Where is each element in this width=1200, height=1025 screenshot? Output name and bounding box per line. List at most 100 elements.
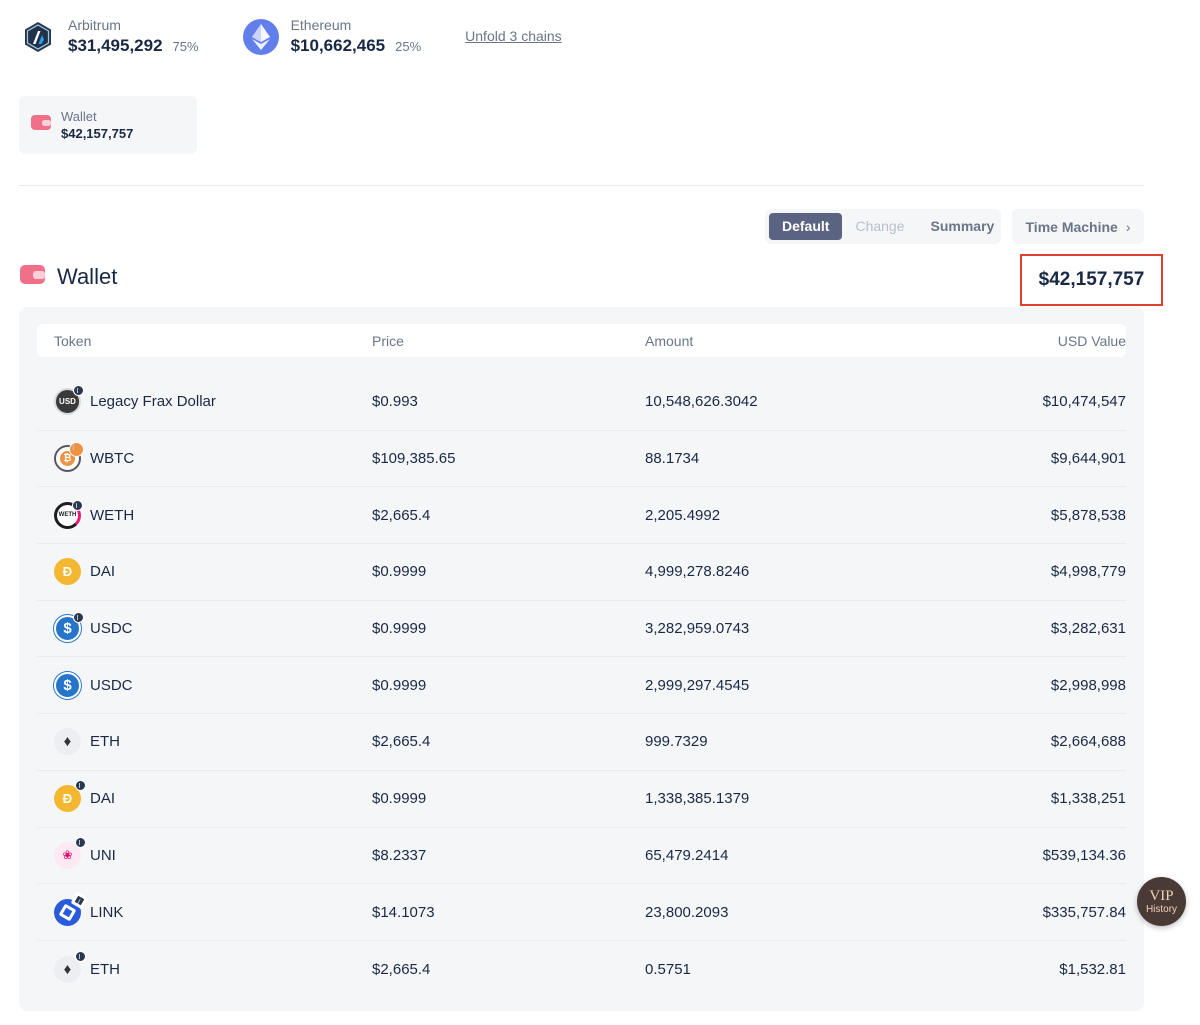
table-row[interactable]: ₿ WBTC $109,385.65 88.1734 $9,644,901 xyxy=(37,431,1126,488)
token-cell: USD Legacy Frax Dollar xyxy=(54,385,372,416)
token-name: USDC xyxy=(90,620,133,638)
time-machine-button[interactable]: Time Machine › xyxy=(1012,209,1144,244)
chain-arbitrum[interactable]: Arbitrum $31,495,292 75% xyxy=(20,16,199,58)
table-row[interactable]: ♦ ETH $2,665.4 999.7329 $2,664,688 xyxy=(37,714,1126,771)
token-usd-value: $3,282,631 xyxy=(1050,620,1126,638)
arbitrum-badge-icon xyxy=(72,499,83,511)
token-usd-value: $1,532.81 xyxy=(1059,960,1126,978)
token-price: $0.993 xyxy=(372,393,418,411)
token-usd-value: $2,998,998 xyxy=(1050,676,1126,694)
vip-subtitle: History xyxy=(1145,903,1178,915)
token-name: DAI xyxy=(90,563,116,581)
token-name: WETH xyxy=(90,506,135,524)
table-row[interactable]: Đ DAI $0.9999 1,338,385.1379 $1,338,251 xyxy=(37,771,1126,828)
token-price: $2,665.4 xyxy=(372,733,431,751)
divider xyxy=(19,185,1144,186)
frax-usd-icon: USD xyxy=(54,385,84,416)
token-amount: 999.7329 xyxy=(645,733,708,751)
token-name: UNI xyxy=(90,846,116,864)
token-name: DAI xyxy=(90,790,116,808)
wbtc-icon: ₿ xyxy=(54,442,84,473)
token-cell: ❀ UNI xyxy=(54,836,372,869)
view-summary-button[interactable]: Summary xyxy=(918,213,1008,240)
table-row[interactable]: ♦ ETH $2,665.4 0.5751 $1,532.81 xyxy=(37,941,1126,998)
token-amount: 4,999,278.8246 xyxy=(645,563,750,581)
token-cell: $ USDC xyxy=(54,671,372,699)
usdc-icon: $ xyxy=(54,671,81,699)
arbitrum-badge-icon xyxy=(69,442,84,458)
column-header-price: Price xyxy=(372,332,404,349)
arbitrum-badge-icon xyxy=(75,950,86,962)
token-cell: $ USDC xyxy=(54,612,372,643)
token-price: $0.9999 xyxy=(372,676,427,694)
token-name: LINK xyxy=(90,903,124,921)
token-usd-value: $4,998,779 xyxy=(1050,563,1126,581)
section-total-highlight: $42,157,757 xyxy=(1020,254,1163,306)
token-amount: 88.1734 xyxy=(645,450,700,468)
token-usd-value: $2,664,688 xyxy=(1050,733,1126,751)
arbitrum-badge-icon xyxy=(73,385,84,397)
chainlink-icon xyxy=(54,891,89,926)
token-name: ETH xyxy=(90,733,120,751)
table-row[interactable]: Đ DAI $0.9999 4,999,278.8246 $4,998,779 xyxy=(37,544,1126,601)
table-row[interactable]: $ USDC $0.9999 3,282,959.0743 $3,282,631 xyxy=(37,601,1126,658)
token-price: $8.2337 xyxy=(372,846,427,864)
token-usd-value: $9,644,901 xyxy=(1050,450,1126,468)
unfold-chains-link[interactable]: Unfold 3 chains xyxy=(465,28,562,44)
token-price: $2,665.4 xyxy=(372,960,431,978)
section-header: Wallet xyxy=(20,264,117,290)
dai-icon: Đ xyxy=(54,780,86,813)
eth-icon: ♦ xyxy=(54,950,86,983)
time-machine-label: Time Machine xyxy=(1025,218,1118,235)
token-amount: 1,338,385.1379 xyxy=(645,790,750,808)
chain-summary: Arbitrum $31,495,292 75% Ethereum $10,66… xyxy=(20,16,562,58)
chain-info: Arbitrum $31,495,292 75% xyxy=(68,16,199,58)
token-cell: LINK xyxy=(54,891,372,926)
chain-percent: 75% xyxy=(172,39,199,54)
token-amount: 23,800.2093 xyxy=(645,903,729,921)
table-header: Token Price Amount USD Value xyxy=(37,324,1126,357)
usdc-icon: $ xyxy=(54,612,84,643)
arbitrum-badge-icon xyxy=(73,612,84,624)
chain-info: Ethereum $10,662,465 25% xyxy=(291,16,422,58)
table-row[interactable]: WETH WETH $2,665.4 2,205.4992 $5,878,538 xyxy=(37,487,1126,545)
weth-icon: WETH xyxy=(54,499,83,529)
table-row[interactable]: LINK $14.1073 23,800.2093 $335,757.84 xyxy=(37,884,1126,941)
view-change-button[interactable]: Change xyxy=(842,213,917,240)
token-name: ETH xyxy=(90,960,120,978)
wallet-icon xyxy=(31,114,51,136)
arbitrum-icon xyxy=(20,19,56,55)
vip-title: VIP xyxy=(1149,887,1174,904)
chain-value: $10,662,465 xyxy=(290,36,386,55)
wallet-card-value: $42,157,757 xyxy=(61,125,134,141)
section-total: $42,157,757 xyxy=(1038,269,1145,290)
token-name: WBTC xyxy=(90,450,135,468)
chain-ethereum[interactable]: Ethereum $10,662,465 25% xyxy=(242,16,422,58)
token-cell: Đ DAI xyxy=(54,558,372,586)
table-row[interactable]: $ USDC $0.9999 2,999,297.4545 $2,998,998 xyxy=(37,657,1126,715)
view-default-button[interactable]: Default xyxy=(769,213,843,240)
token-cell: ₿ WBTC xyxy=(54,442,372,473)
column-header-token: Token xyxy=(54,332,92,349)
table-row[interactable]: USD Legacy Frax Dollar $0.993 10,548,626.30… xyxy=(37,374,1126,431)
table-row[interactable]: ❀ UNI $8.2337 65,479.2414 $539,134.36 xyxy=(37,828,1126,885)
table-body: USD Legacy Frax Dollar $0.993 10,548,626.30… xyxy=(37,374,1126,998)
token-price: $2,665.4 xyxy=(372,506,431,524)
eth-icon: ♦ xyxy=(54,728,81,756)
arbitrum-badge-icon xyxy=(75,780,86,792)
vip-history-button[interactable]: VIP History xyxy=(1137,877,1186,926)
token-price: $14.1073 xyxy=(372,903,435,921)
wallet-card[interactable]: Wallet $42,157,757 xyxy=(19,96,197,154)
chain-name: Arbitrum xyxy=(68,17,121,33)
column-header-usd-value: USD Value xyxy=(1057,332,1126,349)
chain-value: $31,495,292 xyxy=(68,36,163,55)
token-amount: 65,479.2414 xyxy=(645,846,729,864)
column-header-amount: Amount xyxy=(645,332,694,349)
token-name: Legacy Frax Dollar xyxy=(90,393,216,411)
token-amount: 10,548,626.3042 xyxy=(645,393,758,411)
token-price: $0.9999 xyxy=(372,563,427,581)
token-usd-value: $1,338,251 xyxy=(1050,790,1126,808)
token-name: USDC xyxy=(90,676,133,694)
ethereum-icon xyxy=(242,19,279,55)
arbitrum-badge-icon xyxy=(70,891,89,909)
